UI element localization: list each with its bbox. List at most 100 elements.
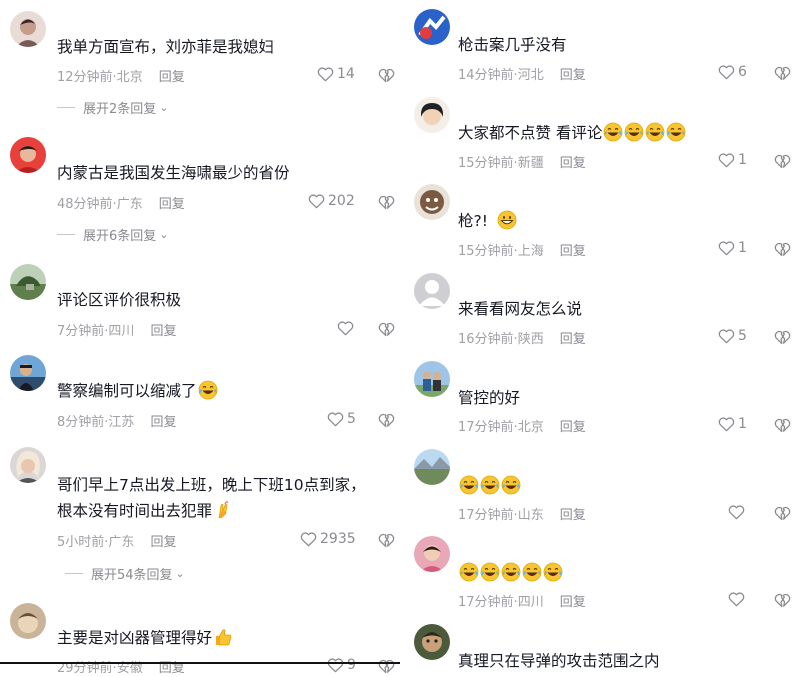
comment-text [458,474,521,499]
heart-icon [308,193,325,209]
comment-location: 北京 [517,420,544,435]
like-button[interactable]: 2935 [300,531,356,547]
like-button[interactable]: 6 [718,64,747,80]
like-count: 6 [738,64,747,80]
reply-button[interactable]: 回复 [560,595,586,610]
dislike-icon[interactable] [774,329,791,346]
heart-icon [337,320,354,336]
like-button[interactable]: 1 [718,152,747,168]
comment-text: 真理只在导弹的攻击范围之内 [458,652,660,670]
comment-time: 16分钟前 [458,332,514,347]
dislike-icon[interactable] [774,592,791,609]
dislike-icon[interactable] [378,658,395,675]
like-button[interactable] [337,320,357,336]
comment-meta: 17分钟前·山东 回复 [458,508,586,523]
comment-text: 管控的好 [458,389,521,407]
comment-meta: 5小时前·广东 回复 [57,535,177,550]
expand-replies-button[interactable]: 展开2条回复 ⌄ [57,98,169,117]
comment-meta: 48分钟前·广东 回复 [57,197,185,212]
dislike-icon[interactable] [378,321,395,338]
like-button[interactable]: 5 [718,328,747,344]
user-avatar[interactable] [414,9,450,45]
reply-button[interactable]: 回复 [560,508,586,523]
like-button[interactable]: 1 [718,240,747,256]
dislike-icon[interactable] [774,65,791,82]
dislike-icon[interactable] [378,67,395,84]
like-button[interactable]: 5 [327,411,356,427]
comment-text: 枪?! [458,209,517,234]
comment-meta: 29分钟前·安徽 回复 [57,661,185,676]
reply-button[interactable]: 回复 [159,70,185,85]
laugh-cry-emoji [603,122,623,142]
user-avatar[interactable] [10,355,46,391]
like-count: 1 [738,152,747,168]
expand-replies-button[interactable]: 展开54条回复 ⌄ [65,564,185,583]
comment-time: 48分钟前 [57,197,113,212]
user-avatar[interactable] [10,137,46,173]
dislike-icon[interactable] [378,532,395,549]
dislike-icon[interactable] [774,153,791,170]
user-avatar[interactable] [10,603,46,639]
heart-icon [317,66,334,82]
user-avatar[interactable] [414,273,450,309]
comment-location: 上海 [517,244,544,259]
dislike-icon[interactable] [378,194,395,211]
comment-meta: 16分钟前·陕西 回复 [458,332,586,347]
like-button[interactable]: 9 [327,657,356,673]
comment-time: 17分钟前 [458,595,514,610]
chevron-down-icon: ⌄ [159,228,169,241]
laugh-cry-emoji [501,475,521,495]
dislike-icon[interactable] [378,412,395,429]
user-avatar[interactable] [10,447,46,483]
user-avatar[interactable] [414,536,450,572]
comment-column-right: 枪击案几乎没有 14分钟前·河北 回复 6 大家都不点赞 看评论 15分钟前·新疆… [402,0,800,677]
reply-button[interactable]: 回复 [150,535,176,550]
comment-text-line2: 根本没有时间出去犯罪 [57,499,233,524]
comment-text: 枪击案几乎没有 [458,36,567,54]
like-count: 1 [738,416,747,432]
like-button[interactable]: 202 [308,193,355,209]
reply-button[interactable]: 回复 [560,244,586,259]
reply-button[interactable]: 回复 [560,332,586,347]
heart-icon [327,411,344,427]
comment-time: 15分钟前 [458,244,514,259]
like-count: 5 [738,328,747,344]
user-avatar[interactable] [10,264,46,300]
comment-text: 评论区评价很积极 [57,291,182,309]
laugh-cry-emoji [624,122,644,142]
comment-time: 12分钟前 [57,70,113,85]
chevron-down-icon: ⌄ [175,567,185,580]
comment-meta: 14分钟前·河北 回复 [458,68,586,83]
user-avatar[interactable] [414,184,450,220]
like-count: 14 [337,66,355,82]
like-button[interactable]: 1 [718,416,747,432]
comment-location: 陕西 [517,332,544,347]
reply-button[interactable]: 回复 [560,68,586,83]
dislike-icon[interactable] [774,505,791,522]
comment-time: 14分钟前 [458,68,514,83]
reply-button[interactable]: 回复 [150,324,176,339]
fingers-crossed-emoji [213,500,233,520]
user-avatar[interactable] [414,361,450,397]
user-avatar[interactable] [414,449,450,485]
like-button[interactable]: 14 [317,66,355,82]
comment-location: 四川 [517,595,544,610]
laugh-cry-emoji [543,562,563,582]
dislike-icon[interactable] [774,417,791,434]
like-button[interactable] [728,591,748,607]
laugh-cry-emoji [666,122,686,142]
user-avatar[interactable] [414,624,450,660]
comment-text: 大家都不点赞 看评论 [458,121,686,146]
grin-emoji [497,210,517,230]
reply-button[interactable]: 回复 [560,156,586,171]
laugh-cry-emoji [522,562,542,582]
like-button[interactable] [728,504,748,520]
reply-button[interactable]: 回复 [560,420,586,435]
reply-button[interactable]: 回复 [159,197,185,212]
comment-time: 17分钟前 [458,420,514,435]
reply-button[interactable]: 回复 [150,415,176,430]
user-avatar[interactable] [10,11,46,47]
dislike-icon[interactable] [774,241,791,258]
expand-replies-button[interactable]: 展开6条回复 ⌄ [57,225,169,244]
user-avatar[interactable] [414,97,450,133]
